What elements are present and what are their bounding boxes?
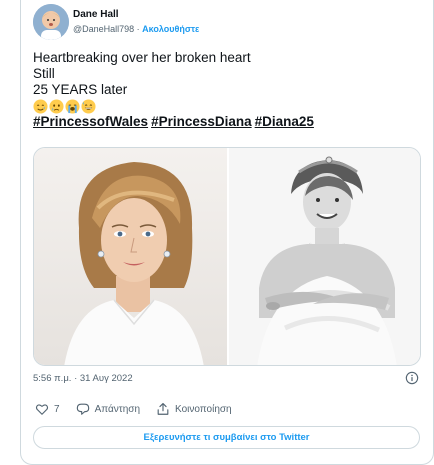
share-label: Κοινοποίηση <box>175 403 232 415</box>
tweet-card: Dane Hall @DaneHall798 · Ακολουθήστε Hea… <box>20 0 434 465</box>
tweet-photo-bw[interactable] <box>229 148 420 365</box>
tweet-line: Heartbreaking over her broken heart <box>33 50 251 65</box>
hashtags: #PrincessofWales #PrincessDiana #Diana25 <box>33 114 423 130</box>
media-grid <box>33 147 421 366</box>
share-button[interactable]: Κοινοποίηση <box>156 402 232 416</box>
reply-bubble-icon <box>76 403 89 415</box>
explore-twitter-button[interactable]: Εξερευνήστε τι συμβαίνει στο Twitter <box>33 426 420 449</box>
reply-button[interactable]: Απάντηση <box>76 402 140 416</box>
follow-link[interactable]: Ακολουθήστε <box>142 24 199 34</box>
loudly-crying-face-emoji-icon <box>65 98 80 114</box>
hashtag-link[interactable]: #Diana25 <box>255 114 314 129</box>
hashtag-link[interactable]: #PrincessDiana <box>151 114 252 129</box>
author-handle[interactable]: @DaneHall798 <box>73 24 134 34</box>
reply-label: Απάντηση <box>94 403 141 415</box>
tweet-line: Still <box>33 66 55 81</box>
hashtag-link[interactable]: #PrincessofWales <box>33 114 148 129</box>
tweet-text: Heartbreaking over her broken heart Stil… <box>33 50 423 130</box>
action-bar: 7 Απάντηση Κοινοποίηση <box>35 402 248 416</box>
smiling-with-tear-emoji-icon <box>33 98 48 114</box>
crying-face-emoji-icon <box>49 98 64 114</box>
grinning-sweat-emoji-icon <box>81 98 96 114</box>
author-name[interactable]: Dane Hall <box>73 9 119 20</box>
avatar[interactable] <box>33 4 69 40</box>
tweet-photo-color[interactable] <box>34 148 227 365</box>
share-icon <box>157 403 169 415</box>
info-icon[interactable] <box>405 371 419 385</box>
handle-separator: · <box>134 24 143 34</box>
emoji-row <box>33 98 423 114</box>
like-count: 7 <box>54 403 60 415</box>
like-button[interactable]: 7 <box>35 402 60 416</box>
author-handle-line: @DaneHall798 · Ακολουθήστε <box>73 24 199 34</box>
tweet-line: 25 YEARS later <box>33 82 128 97</box>
tweet-timestamp[interactable]: 5:56 π.μ. · 31 Αυγ 2022 <box>33 373 133 384</box>
heart-icon <box>35 404 49 415</box>
